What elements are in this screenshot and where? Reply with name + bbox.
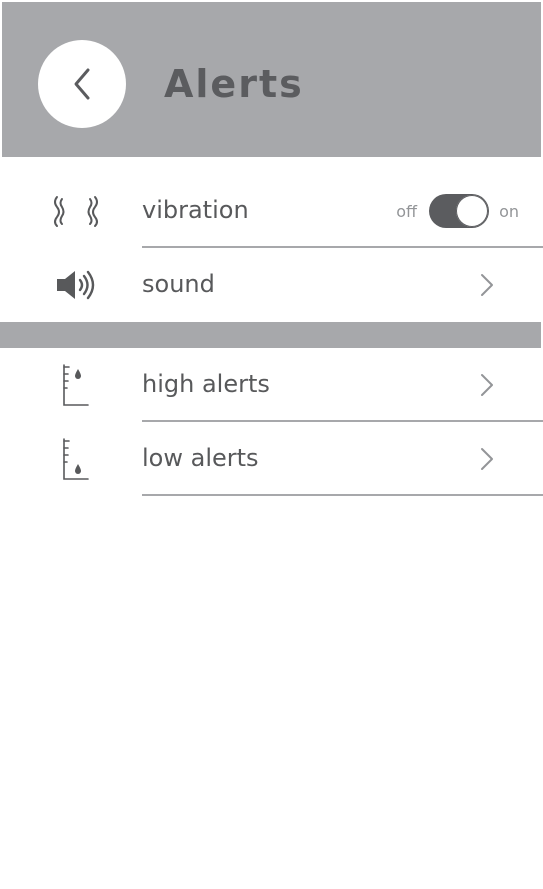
vibration-toggle[interactable] [429, 194, 490, 228]
low-level-drop-icon [42, 436, 110, 482]
back-button[interactable] [38, 40, 126, 128]
chevron-left-icon [74, 68, 90, 100]
row-divider [142, 494, 543, 496]
chevron-right-icon [481, 448, 493, 470]
vibration-icon [42, 188, 110, 234]
low-alerts-label: low alerts [142, 444, 259, 472]
vibration-toggle-group: off on [396, 192, 519, 230]
page-title: Alerts [164, 62, 304, 106]
chevron-right-icon [481, 274, 493, 296]
speaker-icon [42, 262, 110, 308]
sound-label: sound [142, 270, 215, 298]
toggle-off-label: off [396, 201, 418, 221]
toggle-on-label: on [499, 201, 519, 221]
high-alerts-label: high alerts [142, 370, 270, 398]
vibration-label: vibration [142, 196, 249, 224]
app-header: Alerts [2, 2, 541, 157]
sound-row[interactable]: sound [0, 248, 543, 322]
toggle-knob [456, 195, 489, 227]
vibration-row: vibration off on [0, 174, 543, 248]
high-alerts-row[interactable]: high alerts [0, 348, 543, 422]
section-divider [0, 322, 541, 348]
high-level-drop-icon [42, 362, 110, 408]
low-alerts-row[interactable]: low alerts [0, 422, 543, 496]
chevron-right-icon [481, 374, 493, 396]
